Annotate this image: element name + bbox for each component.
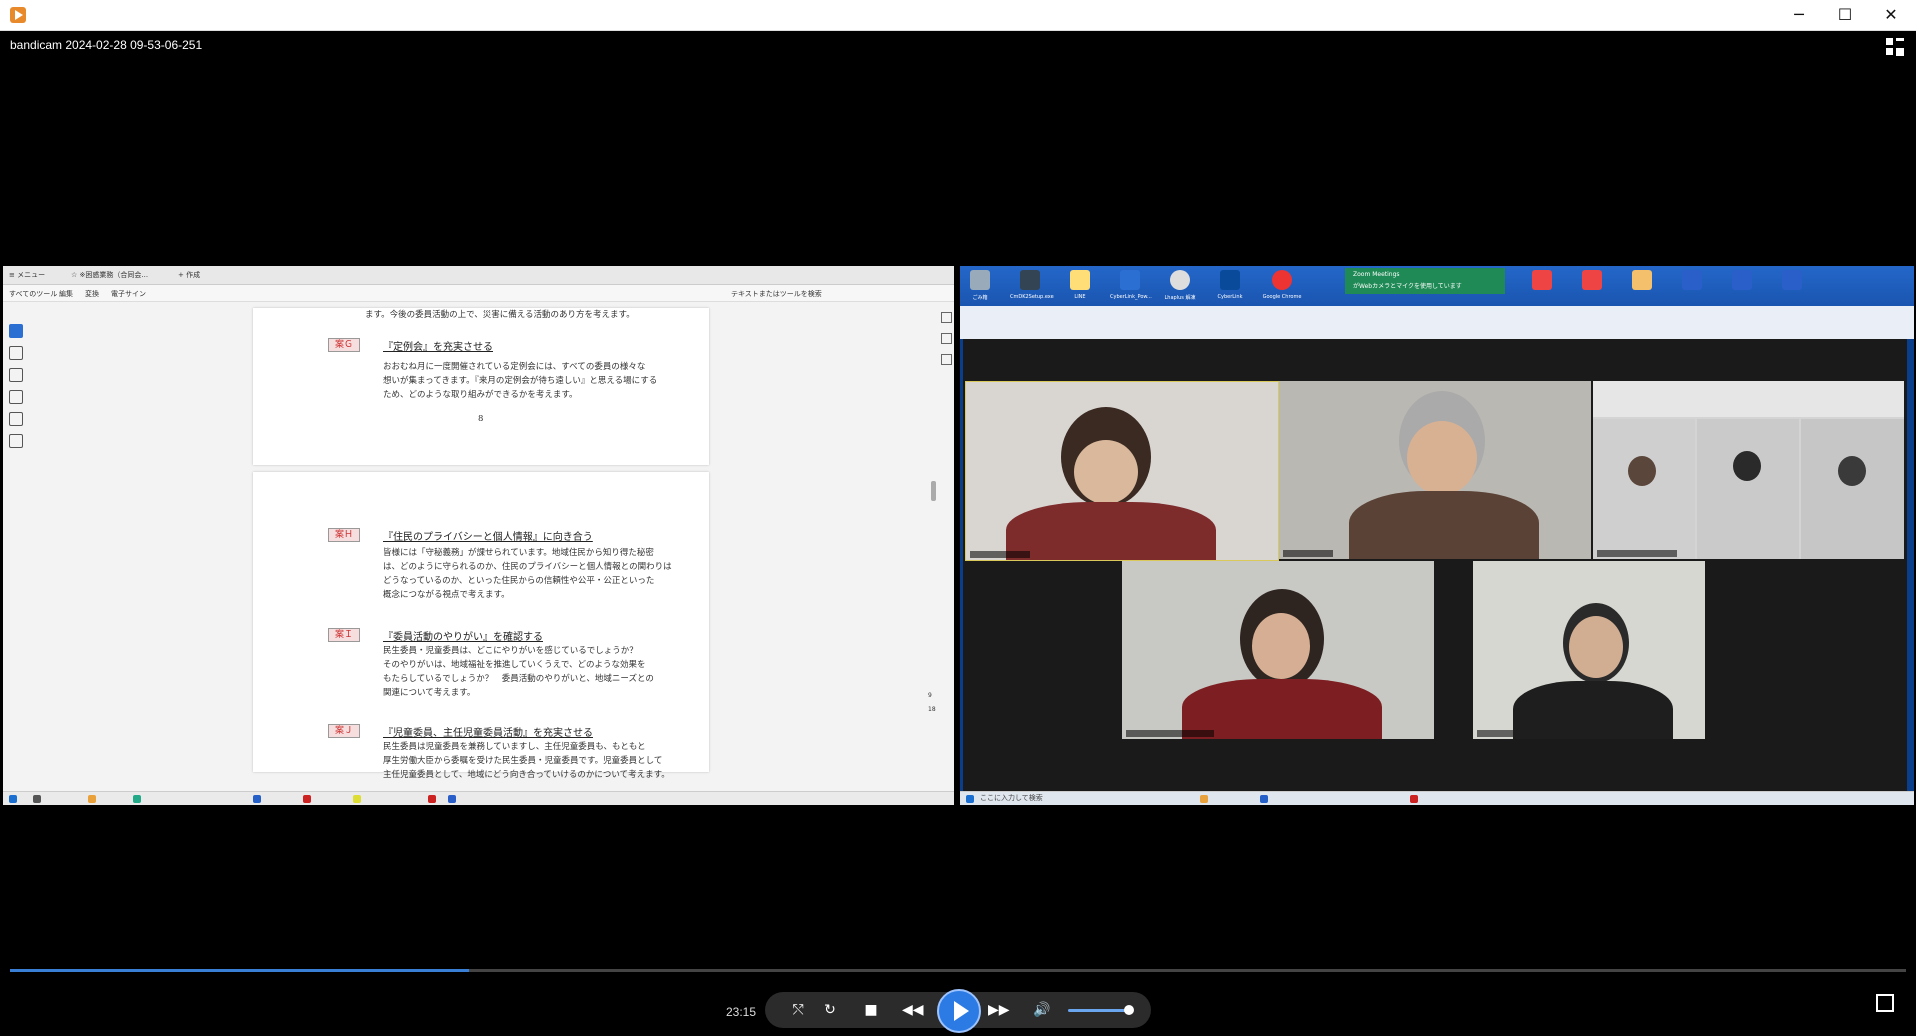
- page-text: ます。今後の委員活動の上で、災害に備える活動のあり方を考えます。: [365, 310, 635, 320]
- pdf-tool-all[interactable]: すべてのツール: [9, 289, 57, 299]
- remote-desktop-frame: ごみ箱 CmDK2Setup.exe LINE CyberLink_Pow...…: [960, 266, 1914, 805]
- case-tag: 案Ｇ: [328, 338, 361, 352]
- participant-video-tile[interactable]: [1122, 561, 1434, 739]
- window-titlebar: ─ ☐ ✕: [0, 0, 1916, 31]
- participant-video-tile[interactable]: [1593, 381, 1904, 559]
- page-number: 8: [478, 414, 484, 424]
- stop-button[interactable]: ■: [861, 1000, 881, 1020]
- explorer-icon[interactable]: [88, 795, 96, 803]
- lhaplus-icon[interactable]: [1170, 270, 1190, 290]
- participant-video-tile[interactable]: [965, 381, 1279, 561]
- current-time: 23:15: [726, 1005, 757, 1019]
- pdf-search[interactable]: テキストまたはツールを検索: [731, 289, 822, 299]
- zoom-gallery: [963, 339, 1907, 805]
- minimize-button[interactable]: ─: [1776, 0, 1822, 30]
- word-file-icon[interactable]: [1732, 270, 1752, 290]
- taskbar-search-input[interactable]: ここに入力して検索: [980, 793, 1043, 803]
- volume-slider[interactable]: [1068, 1009, 1132, 1012]
- participant-video-tile[interactable]: [1279, 381, 1591, 559]
- chrome-icon[interactable]: [353, 795, 361, 803]
- remote-taskbar: ここに入力して検索: [960, 791, 1914, 805]
- office-ribbon: [960, 306, 1914, 339]
- pdf-left-toolbar: [6, 320, 24, 448]
- select-tool-icon[interactable]: [9, 324, 23, 338]
- text-tool-icon[interactable]: [9, 412, 23, 426]
- seek-progress: [10, 969, 469, 972]
- pdf-new-tab[interactable]: + 作成: [178, 270, 200, 280]
- search-icon[interactable]: [33, 795, 41, 803]
- rewind-button[interactable]: ◀◀: [902, 1000, 924, 1020]
- explorer-icon[interactable]: [1200, 795, 1208, 803]
- seek-bar[interactable]: [10, 969, 1906, 972]
- pages-panel-icon[interactable]: [941, 354, 952, 365]
- maximize-button[interactable]: ☐: [1822, 0, 1868, 30]
- cyberlink-icon[interactable]: [1220, 270, 1240, 290]
- comment-panel-icon[interactable]: [941, 312, 952, 323]
- pdf-scrollbar[interactable]: 9 18: [928, 306, 938, 786]
- recycle-bin-icon[interactable]: [970, 270, 990, 290]
- pdf-tabbar: ≡ メニュー ☆ ※困惑業務（合同会... + 作成: [3, 266, 954, 285]
- app-icon[interactable]: [303, 795, 311, 803]
- bookmark-panel-icon[interactable]: [941, 333, 952, 344]
- pdf-page: 案Ｈ 『住民のプライバシーと個人情報』に向き合う 皆様には「守秘義務」が課せられ…: [253, 472, 709, 780]
- case-title: 『委員活動のやりがい』を確認する: [383, 632, 543, 643]
- edge-icon[interactable]: [133, 795, 141, 803]
- line-icon[interactable]: [1070, 270, 1090, 290]
- case-tag: 案Ｉ: [328, 628, 361, 642]
- word-file-icon[interactable]: [1682, 270, 1702, 290]
- stamp-tool-icon[interactable]: [9, 434, 23, 448]
- participant-video-tile[interactable]: [1473, 561, 1705, 739]
- acrobat-icon[interactable]: [428, 795, 436, 803]
- word-icon[interactable]: [448, 795, 456, 803]
- volume-icon[interactable]: 🔊: [1032, 1000, 1052, 1020]
- case-title: 『定例会』を充実させる: [383, 342, 493, 353]
- case-tag: 案Ｊ: [328, 724, 361, 738]
- word-file-icon[interactable]: [1782, 270, 1802, 290]
- lasso-tool-icon[interactable]: [9, 390, 23, 404]
- folder-icon[interactable]: [1632, 270, 1652, 290]
- popout-icon[interactable]: [1876, 994, 1894, 1012]
- start-icon[interactable]: [9, 795, 17, 803]
- case-body: 民生委員・児童委員は、どこにやりがいを感じているでしょうか？ そのやりがいは、地域…: [383, 646, 654, 698]
- pdf-toolbar: すべてのツール 編集 変換 電子サイン テキストまたはツールを検索: [3, 285, 954, 302]
- pdf-menu[interactable]: ≡ メニュー: [9, 270, 45, 280]
- pdf-tab[interactable]: ☆ ※困惑業務（合同会...: [71, 270, 148, 280]
- volume-knob[interactable]: [1124, 1005, 1134, 1015]
- pdf-file-icon[interactable]: [1582, 270, 1602, 290]
- case-body: おおむね月に一度開催されている定例会には、すべての委員の様々な 想いが集まってきま…: [383, 362, 658, 400]
- pdf-tool-convert[interactable]: 変換: [85, 289, 99, 299]
- pen-tool-icon[interactable]: [9, 368, 23, 382]
- taskbar: [3, 791, 954, 805]
- cyberlink-pow-icon[interactable]: [1120, 270, 1140, 290]
- case-tag: 案Ｈ: [328, 528, 361, 542]
- pdf-right-panel: [940, 306, 954, 375]
- close-button[interactable]: ✕: [1868, 0, 1914, 30]
- case-body: 民生委員は児童委員を兼務していますし、主任児童委員も、もともと 厚生労働大臣から委…: [383, 742, 670, 780]
- zoom-icon[interactable]: [253, 795, 261, 803]
- playlist-grid-icon[interactable]: [1886, 38, 1904, 56]
- zoom-notification[interactable]: Zoom Meetings がWebカメラとマイクを使用しています: [1345, 268, 1505, 294]
- setup-icon[interactable]: [1020, 270, 1040, 290]
- pdf-page: ます。今後の委員活動の上で、災害に備える活動のあり方を考えます。 案Ｇ 『定例会…: [253, 308, 709, 465]
- pdf-viewer-frame: ≡ メニュー ☆ ※困惑業務（合同会... + 作成 すべてのツール 編集 変換…: [3, 266, 954, 805]
- fast-forward-button[interactable]: ▶▶: [988, 1000, 1010, 1020]
- pdf-tool-esign[interactable]: 電子サイン: [111, 289, 146, 299]
- repeat-icon[interactable]: ↻: [820, 1000, 840, 1020]
- zoom-icon[interactable]: [1260, 795, 1268, 803]
- ab-repeat-icon[interactable]: ⤲: [788, 1000, 808, 1020]
- acrobat-icon[interactable]: [1410, 795, 1418, 803]
- desktop-icons-row: ごみ箱 CmDK2Setup.exe LINE CyberLink_Pow...…: [960, 266, 1914, 306]
- comment-tool-icon[interactable]: [9, 346, 23, 360]
- bandicam-app-icon: [10, 7, 26, 23]
- pdf-tool-edit[interactable]: 編集: [59, 289, 73, 299]
- play-button[interactable]: [937, 989, 981, 1033]
- case-title: 『住民のプライバシーと個人情報』に向き合う: [383, 532, 593, 543]
- video-title: bandicam 2024-02-28 09-53-06-251: [10, 38, 203, 52]
- chrome-desktop-icon[interactable]: [1272, 270, 1292, 290]
- start-icon[interactable]: [966, 795, 974, 803]
- case-body: 皆様には「守秘義務」が課せられています。地域住民から知り得た秘密 は、どのように守…: [383, 548, 672, 600]
- pdf-file-icon[interactable]: [1532, 270, 1552, 290]
- case-title: 『児童委員、主任児童委員活動』を充実させる: [383, 728, 593, 739]
